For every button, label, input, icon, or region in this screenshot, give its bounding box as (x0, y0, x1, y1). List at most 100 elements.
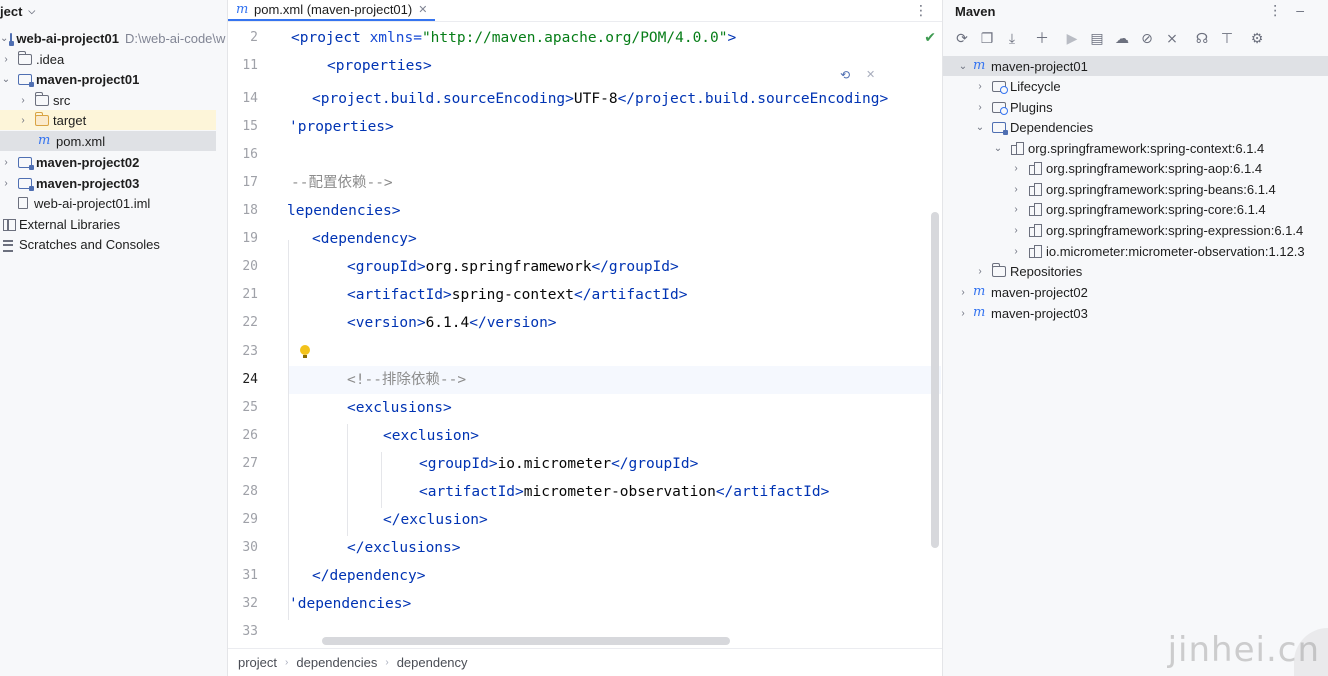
execute-goal-icon[interactable]: ▤ (1086, 27, 1108, 49)
settings-icon[interactable]: ⚙ (1246, 27, 1268, 49)
code-line-18[interactable]: lependencies> (287, 197, 401, 225)
code-line-26[interactable]: <exclusion> (383, 422, 479, 450)
maven-tree-item-spring-beans[interactable]: › org.springframework:spring-beans:6.1.4 (943, 179, 1328, 199)
collapse-all-icon[interactable]: ⨯ (1161, 27, 1183, 49)
maven-tree-item-repositories[interactable]: › Repositories (943, 261, 1328, 281)
breadcrumb-item[interactable]: project (238, 655, 277, 670)
collapse-arrow-icon[interactable]: › (0, 178, 12, 189)
tree-item-src[interactable]: › src (0, 90, 216, 110)
tree-item-idea[interactable]: › .idea (0, 49, 216, 69)
horizontal-scrollbar[interactable] (322, 637, 730, 645)
collapse-arrow-icon[interactable]: › (1010, 163, 1022, 174)
maven-reload-icon[interactable]: ⟲ (840, 68, 850, 82)
code-line-2[interactable]: <project xmlns="http://maven.apache.org/… (291, 24, 736, 52)
code-line-20[interactable]: <groupId>org.springframework</groupId> (347, 253, 679, 281)
maven-tree-item-lifecycle[interactable]: › Lifecycle (943, 76, 1328, 96)
show-dependencies-icon[interactable]: ☊ (1191, 27, 1213, 49)
collapse-arrow-icon[interactable]: › (17, 115, 29, 126)
xml-tag: 'properties> (289, 119, 394, 135)
code-line-14[interactable]: <project.build.sourceEncoding>UTF-8</pro… (312, 85, 888, 113)
tree-item-maven-project03[interactable]: › maven-project03 (0, 173, 216, 193)
minimize-icon[interactable]: – (1296, 2, 1318, 18)
collapse-arrow-icon[interactable]: › (1010, 204, 1022, 215)
maven-tree-item-spring-context[interactable]: ⌄ org.springframework:spring-context:6.1… (943, 138, 1328, 158)
tree-item-external-libraries[interactable]: External Libraries (0, 214, 216, 234)
code-line-22[interactable]: <version>6.1.4</version> (347, 309, 557, 337)
maven-tree-item-project02[interactable]: › m maven-project02 (943, 282, 1328, 302)
code-line-27[interactable]: <groupId>io.micrometer</groupId> (419, 450, 698, 478)
close-icon[interactable]: ✕ (418, 3, 427, 16)
code-line-19[interactable]: <dependency> (312, 225, 417, 253)
code-line-28[interactable]: <artifactId>micrometer-observation</arti… (419, 478, 829, 506)
download-icon[interactable]: ⤓ (1001, 27, 1023, 49)
expand-arrow-icon[interactable]: ⌄ (0, 33, 8, 44)
collapse-arrow-icon[interactable]: › (974, 102, 986, 113)
tree-item-label: src (53, 92, 71, 108)
lightbulb-icon[interactable] (299, 345, 311, 359)
code-line-15[interactable]: 'properties> (289, 113, 394, 141)
checkmark-icon[interactable]: ✔ (924, 29, 936, 46)
expand-all-icon[interactable]: ⊤ (1216, 27, 1238, 49)
tree-item-scratches[interactable]: Scratches and Consoles (0, 234, 216, 254)
maven-tree-item-micrometer-observation[interactable]: › io.micrometer:micrometer-observation:1… (943, 241, 1328, 261)
reload-icon[interactable]: ⟳ (951, 27, 973, 49)
collapse-arrow-icon[interactable]: › (974, 81, 986, 92)
generate-sources-icon[interactable]: ❐ (976, 27, 998, 49)
tree-item-iml-file[interactable]: web-ai-project01.iml (0, 193, 216, 213)
xml-tag: > (727, 30, 737, 46)
maven-tree-item-project03[interactable]: › m maven-project03 (943, 303, 1328, 323)
close-icon[interactable]: ✕ (866, 68, 875, 81)
expand-arrow-icon[interactable]: ⌄ (957, 61, 969, 72)
expand-arrow-icon[interactable]: ⌄ (0, 74, 12, 85)
code-line-32[interactable]: 'dependencies> (289, 590, 411, 618)
line-number: 29 (242, 512, 258, 527)
chevron-down-icon[interactable]: ⌵ (28, 6, 35, 17)
maven-toolbar: ⟳ ❐ ⤓ ＋ ▶ ▤ ☁ ⊘ ⨯ ☊ ⊤ ⚙ (943, 26, 1328, 50)
collapse-arrow-icon[interactable]: › (1010, 184, 1022, 195)
code-line-21[interactable]: <artifactId>spring-context</artifactId> (347, 281, 687, 309)
add-icon[interactable]: ＋ (1031, 27, 1053, 49)
collapse-arrow-icon[interactable]: › (0, 157, 12, 168)
library-icon (1028, 203, 1042, 216)
breadcrumb-item[interactable]: dependency (397, 655, 468, 670)
maven-tree-item-spring-aop[interactable]: › org.springframework:spring-aop:6.1.4 (943, 158, 1328, 178)
xml-tag: </version> (469, 315, 557, 331)
collapse-arrow-icon[interactable]: › (957, 308, 969, 319)
maven-tree-item-spring-expression[interactable]: › org.springframework:spring-expression:… (943, 220, 1328, 240)
skip-tests-icon[interactable]: ⊘ (1136, 27, 1158, 49)
collapse-arrow-icon[interactable]: › (1010, 225, 1022, 236)
code-line-29[interactable]: </exclusion> (383, 506, 488, 534)
offline-mode-icon[interactable]: ☁ (1111, 27, 1133, 49)
vertical-scrollbar[interactable] (931, 212, 939, 548)
run-icon[interactable]: ▶ (1061, 27, 1083, 49)
tree-item-pom-xml[interactable]: m pom.xml (0, 131, 216, 151)
folder-icon (18, 50, 32, 65)
expand-arrow-icon[interactable]: ⌄ (974, 122, 986, 133)
collapse-arrow-icon[interactable]: › (17, 95, 29, 106)
more-options-icon[interactable]: ⋮ (1268, 2, 1296, 18)
code-line-11[interactable]: <properties> (327, 52, 432, 80)
code-line-24[interactable]: <!--排除依赖--> (347, 366, 466, 394)
dependencies-folder-icon (992, 121, 1008, 135)
code-line-30[interactable]: </exclusions> (347, 534, 461, 562)
tree-item-web-ai-project01[interactable]: ⌄ web-ai-project01 D:\web-ai-code\w (0, 28, 225, 48)
tab-pom-xml[interactable]: m pom.xml (maven-project01) ✕ (228, 0, 436, 21)
collapse-arrow-icon[interactable]: › (1010, 246, 1022, 257)
tree-item-maven-project02[interactable]: › maven-project02 (0, 152, 216, 172)
breadcrumb-item[interactable]: dependencies (296, 655, 377, 670)
maven-tree-item-dependencies[interactable]: ⌄ Dependencies (943, 117, 1328, 137)
tree-item-maven-project01[interactable]: ⌄ maven-project01 (0, 69, 216, 89)
maven-tree-item-spring-core[interactable]: › org.springframework:spring-core:6.1.4 (943, 199, 1328, 219)
collapse-arrow-icon[interactable]: › (974, 266, 986, 277)
project-panel-header[interactable]: ject ⌵ (0, 0, 227, 22)
expand-arrow-icon[interactable]: ⌄ (992, 143, 1004, 154)
code-line-17[interactable]: --配置依赖--> (291, 169, 393, 197)
maven-tree-item-project01[interactable]: ⌄ m maven-project01 (943, 56, 1328, 76)
code-line-31[interactable]: </dependency> (312, 562, 426, 590)
more-options-icon[interactable]: ⋮ (914, 2, 928, 19)
code-line-25[interactable]: <exclusions> (347, 394, 452, 422)
collapse-arrow-icon[interactable]: › (0, 54, 12, 65)
maven-tree-item-plugins[interactable]: › Plugins (943, 97, 1328, 117)
collapse-arrow-icon[interactable]: › (957, 287, 969, 298)
tree-item-target[interactable]: › target (0, 110, 216, 130)
